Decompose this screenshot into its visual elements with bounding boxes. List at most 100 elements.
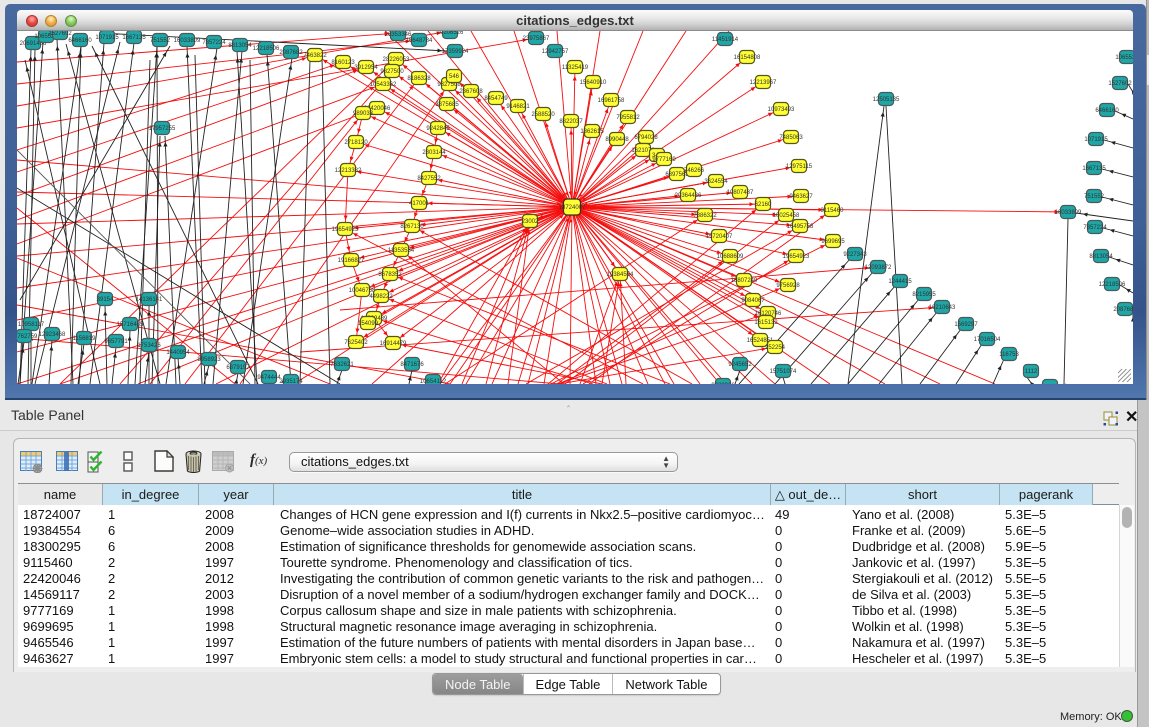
svg-text:1667135: 1667135 (1082, 166, 1106, 172)
svg-text:16495758: 16495758 (787, 224, 814, 230)
svg-text:17359924: 17359924 (442, 49, 469, 55)
svg-text:2367608: 2367608 (459, 89, 483, 95)
svg-text:1244415: 1244415 (888, 279, 912, 285)
svg-text:9463627: 9463627 (789, 194, 813, 200)
svg-text:8822037: 8822037 (559, 119, 583, 125)
svg-text:2087682: 2087682 (279, 50, 303, 56)
svg-text:8454749: 8454749 (484, 96, 508, 102)
svg-text:10973493: 10973493 (768, 107, 795, 113)
svg-text:746266: 746266 (684, 168, 705, 174)
svg-text:9227343: 9227343 (843, 252, 867, 258)
svg-text:7886322: 7886322 (693, 213, 717, 219)
svg-text:10688609: 10688609 (717, 254, 744, 260)
svg-text:20206526: 20206526 (437, 31, 464, 36)
svg-text:751552: 751552 (150, 38, 171, 44)
svg-text:1527602: 1527602 (1108, 81, 1132, 87)
svg-text:1667135: 1667135 (122, 35, 146, 41)
svg-text:2087682: 2087682 (1113, 307, 1133, 313)
svg-text:2588520: 2588520 (531, 112, 555, 118)
svg-text:39154: 39154 (97, 297, 114, 303)
svg-text:16961758: 16961758 (598, 98, 625, 104)
svg-text:7485063: 7485063 (779, 135, 803, 141)
svg-text:9329966: 9329966 (711, 383, 735, 384)
svg-text:417001: 417001 (409, 201, 430, 207)
svg-text:1071915: 1071915 (95, 35, 119, 41)
svg-text:1156819: 1156819 (73, 336, 97, 342)
svg-text:1112: 1112 (1025, 369, 1038, 375)
svg-text:1753426: 1753426 (137, 343, 161, 349)
svg-text:9084067: 9084067 (741, 298, 765, 304)
svg-text:15716485: 15716485 (117, 322, 144, 328)
svg-text:9756928: 9756928 (776, 283, 800, 289)
svg-text:1440954: 1440954 (166, 350, 190, 356)
svg-text:8267130: 8267130 (400, 224, 424, 230)
svg-text:10654112: 10654112 (420, 379, 447, 384)
svg-text:8813054: 8813054 (1089, 254, 1113, 260)
svg-text:10807487: 10807487 (727, 190, 754, 196)
svg-text:9657791: 9657791 (104, 339, 128, 345)
svg-text:252254: 252254 (765, 345, 786, 351)
svg-text:12975115: 12975115 (786, 164, 813, 170)
svg-text:9474444: 9474444 (257, 375, 281, 381)
svg-text:16210643: 16210643 (929, 305, 956, 311)
svg-text:1071915: 1071915 (1084, 137, 1108, 143)
svg-text:9827500: 9827500 (380, 69, 404, 75)
svg-text:3624554: 3624554 (704, 179, 728, 185)
svg-text:8813054: 8813054 (228, 43, 252, 49)
svg-text:8958923: 8958923 (197, 357, 221, 363)
svg-text:10958117: 10958117 (18, 322, 45, 328)
svg-text:19654923: 19654923 (332, 227, 359, 233)
svg-text:12923468: 12923468 (39, 332, 66, 338)
svg-text:16033809: 16033809 (174, 38, 201, 44)
svg-text:7857224: 7857224 (202, 40, 226, 46)
svg-text:11325419: 11325419 (562, 65, 589, 71)
svg-text:16914479: 16914479 (380, 341, 407, 347)
svg-text:1615132: 1615132 (754, 320, 778, 326)
svg-text:16154808: 16154808 (734, 55, 761, 61)
svg-text:16033809: 16033809 (1055, 210, 1082, 216)
svg-text:11451914: 11451914 (712, 37, 739, 43)
svg-text:9245652: 9245652 (728, 362, 752, 368)
svg-text:9777169: 9777169 (652, 157, 676, 163)
svg-text:11353534: 11353534 (388, 248, 415, 254)
svg-text:12218506: 12218506 (253, 46, 280, 52)
svg-text:15720407: 15720407 (706, 234, 733, 240)
svg-text:8215955: 8215955 (912, 292, 936, 298)
svg-text:19166827: 19166827 (338, 258, 365, 264)
svg-text:2803144: 2803144 (422, 150, 446, 156)
svg-text:9699695: 9699695 (821, 239, 845, 245)
svg-text:7955812: 7955812 (616, 115, 640, 121)
svg-text:17957255: 17957255 (149, 126, 176, 132)
svg-text:3875685: 3875685 (435, 102, 459, 108)
svg-text:9115460: 9115460 (821, 208, 845, 214)
svg-text:7625402: 7625402 (344, 340, 368, 346)
svg-text:23002: 23002 (522, 219, 539, 225)
svg-text:12093872: 12093872 (865, 265, 892, 271)
svg-text:1362615: 1362615 (580, 129, 604, 135)
svg-text:12213382: 12213382 (335, 168, 362, 174)
svg-text:17016504: 17016504 (974, 337, 1001, 343)
svg-text:7857224: 7857224 (1083, 225, 1107, 231)
svg-text:2935174: 2935174 (279, 379, 303, 384)
svg-text:4498222: 4498222 (369, 294, 393, 300)
svg-text:10543362: 10543362 (370, 82, 397, 88)
svg-text:16762759: 16762759 (17, 334, 38, 340)
svg-text:12505135: 12505135 (873, 97, 900, 103)
svg-text:62160: 62160 (755, 202, 772, 208)
svg-text:9146821: 9146821 (506, 104, 530, 110)
svg-text:15640910: 15640910 (580, 80, 607, 86)
svg-text:8186328: 8186328 (407, 76, 431, 82)
svg-text:20364436: 20364436 (675, 193, 702, 199)
svg-text:7463822: 7463822 (303, 53, 327, 59)
svg-text:6466160: 6466160 (68, 38, 92, 44)
svg-text:10025458: 10025458 (773, 213, 800, 219)
svg-text:28226053: 28226053 (383, 57, 410, 63)
svg-text:546: 546 (449, 74, 460, 80)
svg-text:12213967: 12213967 (750, 80, 777, 86)
svg-text:7632621: 7632621 (330, 362, 354, 368)
svg-text:19654923: 19654923 (783, 254, 810, 260)
svg-text:2718120: 2718120 (344, 140, 368, 146)
svg-text:8990448: 8990448 (605, 137, 629, 143)
svg-text:1527602: 1527602 (48, 31, 72, 37)
svg-text:12942757: 12942757 (542, 49, 569, 55)
